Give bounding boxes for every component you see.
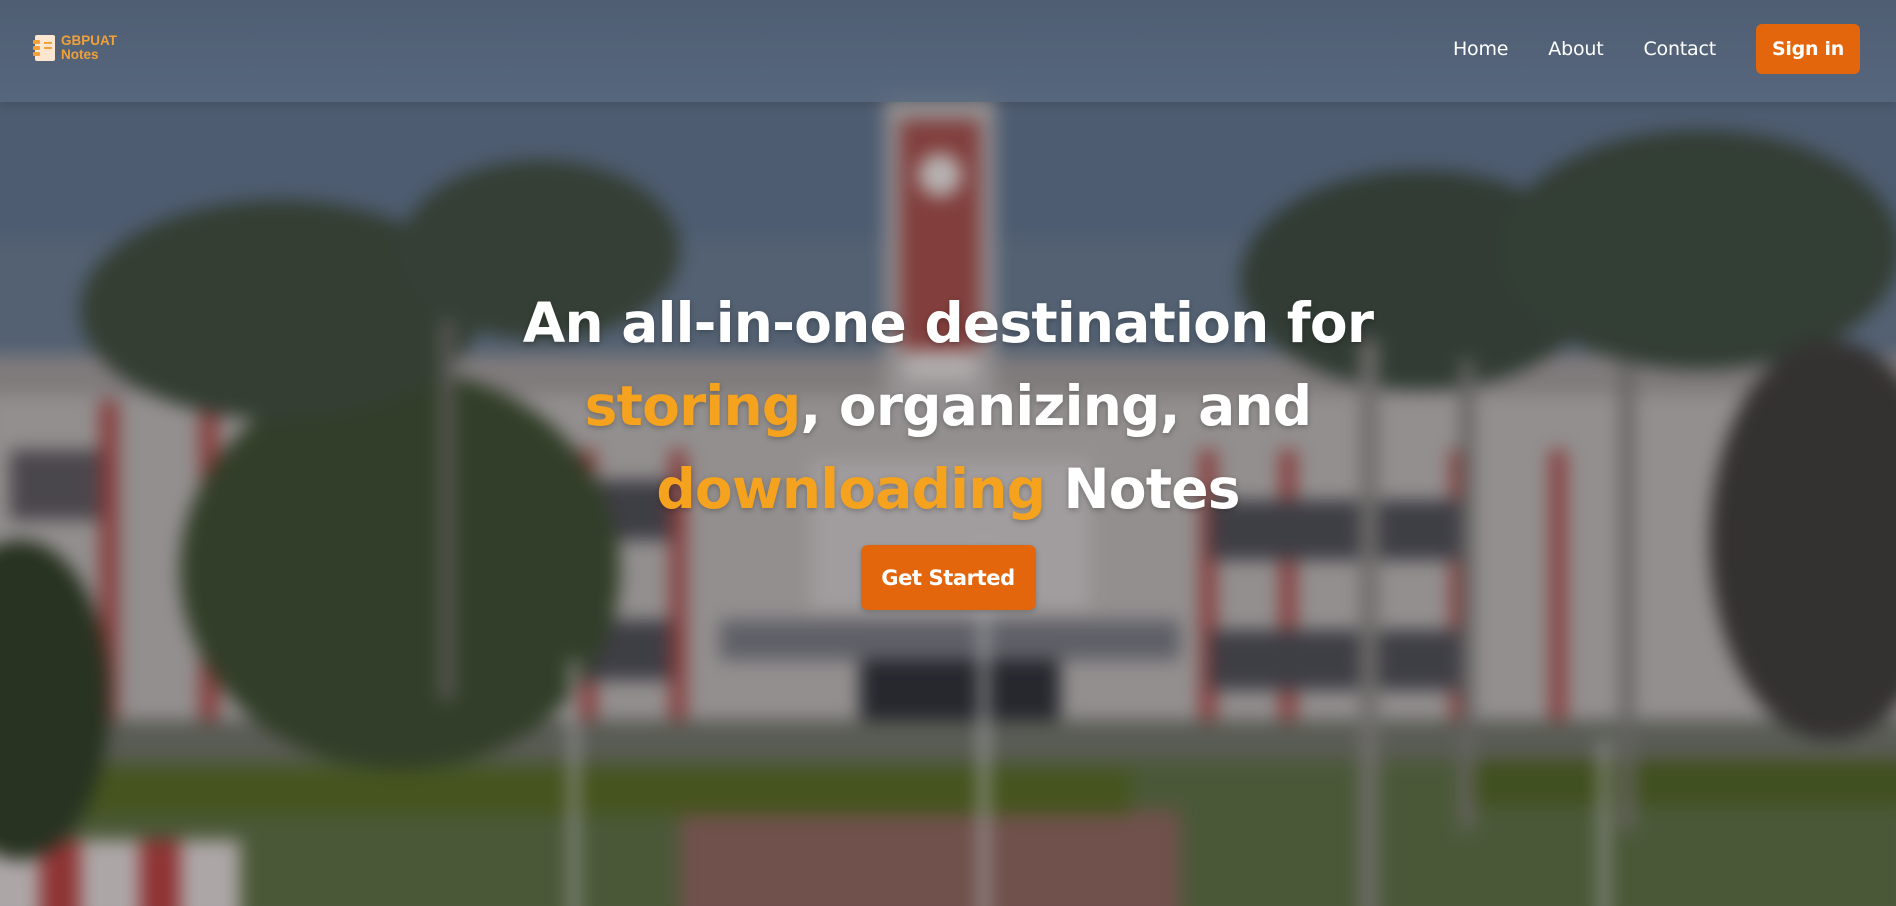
get-started-button[interactable]: Get Started xyxy=(860,545,1036,610)
hero-section: An all-in-one destination for storing, o… xyxy=(0,282,1896,610)
landing-page: GBPUAT Notes Home About Contact Sign in … xyxy=(0,0,1896,906)
nav-link-about[interactable]: About xyxy=(1548,38,1603,60)
hero-heading: An all-in-one destination for storing, o… xyxy=(0,282,1896,531)
nav-menu: Home About Contact Sign in xyxy=(1453,24,1860,74)
brand-logo[interactable]: GBPUAT Notes xyxy=(33,31,117,65)
brand-text: GBPUAT Notes xyxy=(61,34,117,62)
sign-in-button[interactable]: Sign in xyxy=(1756,24,1860,74)
top-navbar: GBPUAT Notes Home About Contact Sign in xyxy=(0,0,1896,102)
brand-name: GBPUAT xyxy=(61,33,117,48)
nav-link-home[interactable]: Home xyxy=(1453,38,1509,60)
hero-accent-downloading: downloading xyxy=(656,457,1046,521)
hero-line-2: , organizing, and xyxy=(800,374,1312,438)
notebook-icon xyxy=(33,35,55,61)
hero-line-1: An all-in-one destination for xyxy=(522,291,1374,355)
hero-accent-storing: storing xyxy=(584,374,802,438)
hero-line-3: Notes xyxy=(1045,457,1241,521)
nav-link-contact[interactable]: Contact xyxy=(1643,38,1716,60)
brand-subtitle: Notes xyxy=(61,47,99,62)
